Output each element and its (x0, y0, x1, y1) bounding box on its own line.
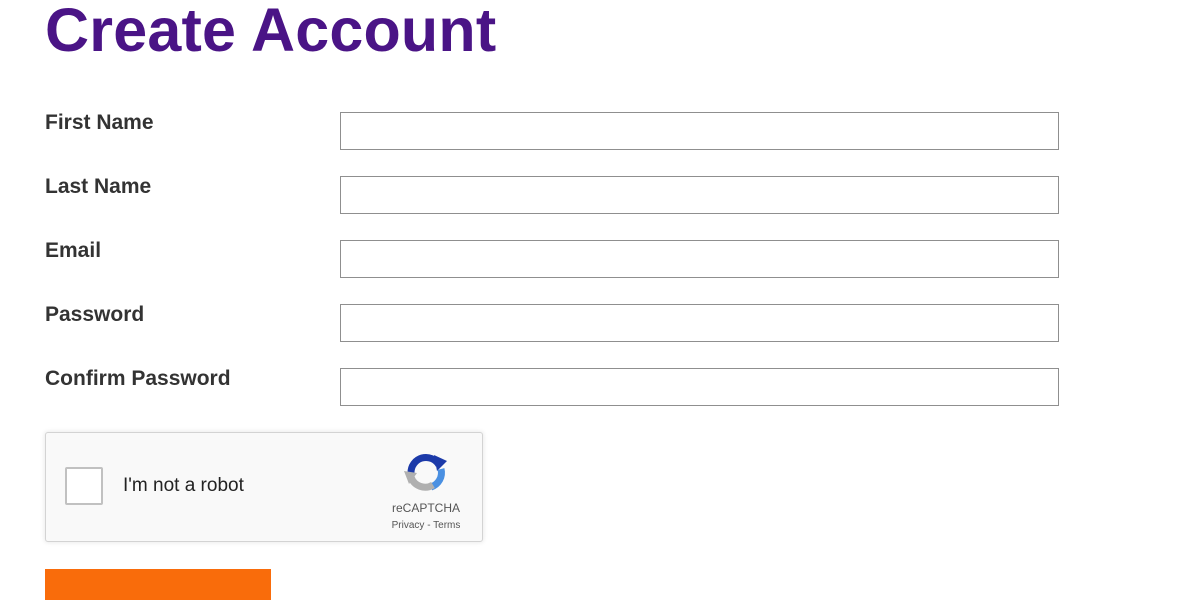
page-title: Create Account (45, 0, 497, 64)
recaptcha-terms-link[interactable]: Terms (433, 520, 460, 531)
first-name-label: First Name (45, 111, 154, 134)
recaptcha-links: Privacy - Terms (376, 520, 476, 531)
last-name-label: Last Name (45, 175, 152, 198)
last-name-row: Last Name (45, 175, 1065, 218)
recaptcha-logo-icon (404, 453, 447, 491)
create-account-page: Create Account First Name Last Name Emai… (0, 0, 1200, 600)
confirm-password-row: Confirm Password (45, 367, 1065, 410)
recaptcha-label: I'm not a robot (123, 475, 244, 496)
password-input[interactable] (340, 304, 1059, 342)
recaptcha-brand: reCAPTCHA (391, 501, 460, 515)
email-label: Email (45, 239, 102, 262)
recaptcha-checkbox[interactable] (65, 467, 103, 505)
recaptcha-link-separator: - (424, 520, 434, 531)
email-input[interactable] (340, 240, 1059, 278)
password-row: Password (45, 303, 1065, 346)
email-row: Email (45, 239, 1065, 282)
recaptcha-privacy-link[interactable]: Privacy (392, 520, 425, 531)
first-name-row: First Name (45, 111, 1065, 154)
first-name-input[interactable] (340, 112, 1059, 150)
recaptcha-widget: I'm not a robot reCAPTCHA Privacy - Term… (45, 432, 483, 542)
confirm-password-label: Confirm Password (45, 367, 231, 390)
password-label: Password (45, 303, 145, 326)
create-account-button[interactable]: CREATE ACCOUNT (45, 569, 271, 600)
confirm-password-input[interactable] (340, 368, 1059, 406)
last-name-input[interactable] (340, 176, 1059, 214)
